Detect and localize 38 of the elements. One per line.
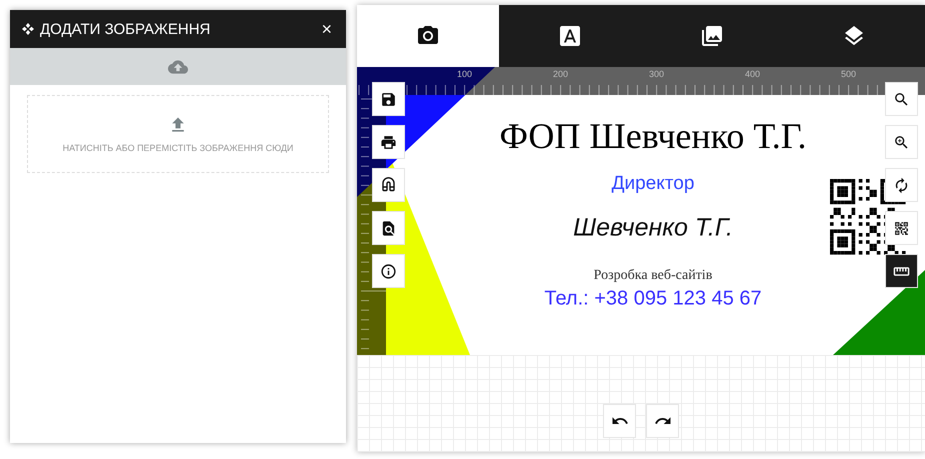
tagline: Розробка веб-сайтів <box>594 268 712 284</box>
ruler-label: 100 <box>457 69 472 79</box>
find-icon <box>380 220 397 236</box>
save-icon <box>380 90 397 108</box>
qr-code-icon <box>893 220 910 236</box>
move-icon <box>22 23 34 35</box>
search-button[interactable] <box>885 82 918 116</box>
close-button[interactable]: × <box>319 18 334 40</box>
images-icon <box>700 24 724 48</box>
ruler-label: 400 <box>745 69 760 79</box>
rotate-button[interactable] <box>885 168 918 202</box>
drop-hint: НАТИСНІТЬ АБО ПЕРЕМІСТІТЬ ЗОБРАЖЕННЯ СЮДИ <box>62 143 294 153</box>
print-button[interactable] <box>372 125 405 159</box>
job-title: Директор <box>612 173 694 195</box>
save-button[interactable] <box>372 82 405 116</box>
info-icon <box>380 262 397 280</box>
qr-code-button[interactable] <box>885 211 918 245</box>
search-icon <box>893 90 910 108</box>
tab[interactable] <box>357 5 499 67</box>
ruler-label: 300 <box>649 69 664 79</box>
rotate-icon <box>893 176 910 194</box>
undo-button[interactable] <box>603 404 636 438</box>
panel-title: ДОДАТИ ЗОБРАЖЕННЯ <box>40 20 212 38</box>
zoom-in-button[interactable] <box>885 125 918 159</box>
ruler-label: 200 <box>553 69 568 79</box>
find-button[interactable] <box>372 211 405 245</box>
layers-icon <box>842 24 866 48</box>
printer-icon <box>380 134 397 150</box>
redo-button[interactable] <box>646 404 679 438</box>
business-name: ФОП Шевченко Т.Г. <box>500 115 806 157</box>
info-button[interactable] <box>372 254 405 288</box>
phone-number: Тел.: +38 095 123 45 67 <box>544 288 762 310</box>
text-icon <box>558 24 582 48</box>
magnet-button[interactable] <box>372 168 405 202</box>
ruler-label: 500 <box>841 69 856 79</box>
zoom-in-icon <box>893 134 910 150</box>
ruler-button[interactable] <box>885 254 918 288</box>
person-name: Шевченко Т.Г. <box>573 214 733 242</box>
